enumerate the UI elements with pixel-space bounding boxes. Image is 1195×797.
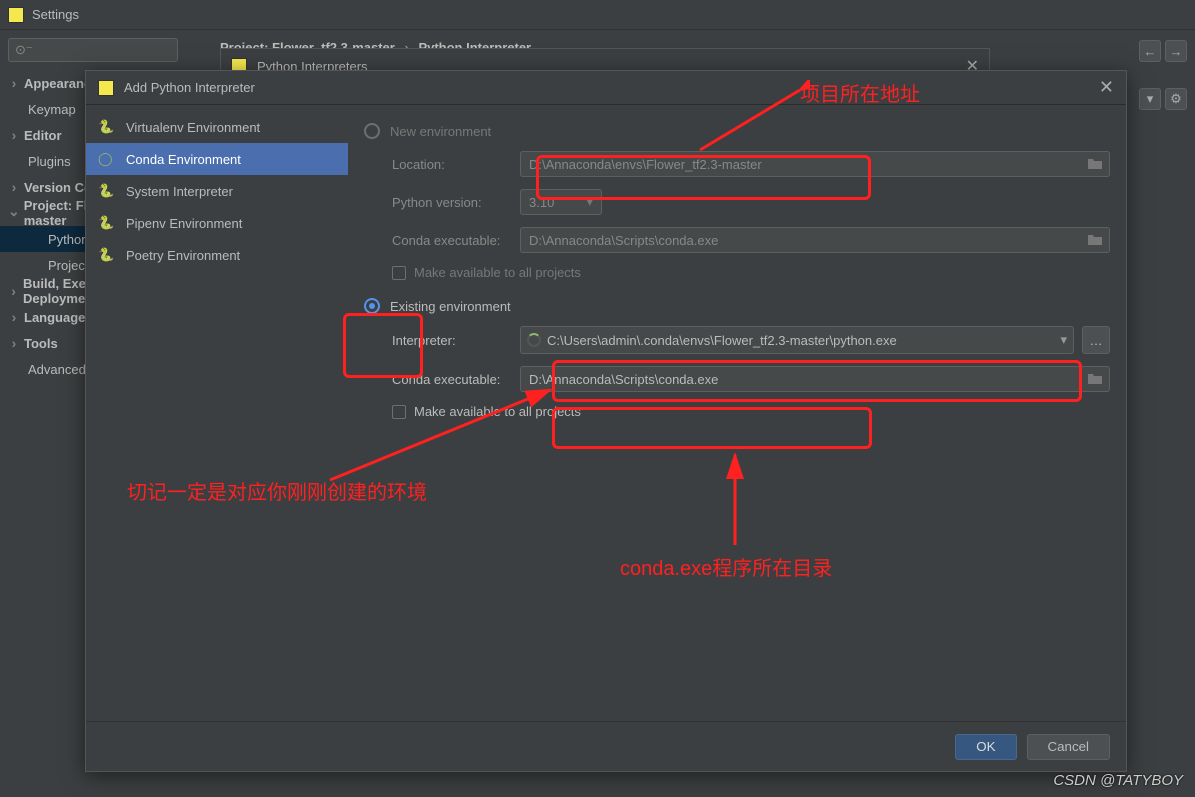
python-icon: 🐍: [98, 247, 118, 263]
python-icon: 🐍: [98, 119, 118, 135]
pyver-select[interactable]: 3.10: [520, 189, 602, 215]
location-input[interactable]: D:\Annaconda\envs\Flower_tf2.3-master: [520, 151, 1110, 177]
env-pipenv[interactable]: 🐍Pipenv Environment: [86, 207, 348, 239]
settings-titlebar: Settings: [0, 0, 1195, 30]
pyver-label: Python version:: [364, 195, 520, 210]
location-label: Location:: [364, 157, 520, 172]
browse-icon[interactable]: [1087, 158, 1103, 170]
python-icon: 🐍: [98, 215, 118, 231]
settings-search-input[interactable]: ⊙⁻: [8, 38, 178, 62]
cancel-button[interactable]: Cancel: [1027, 734, 1111, 760]
env-poetry[interactable]: 🐍Poetry Environment: [86, 239, 348, 271]
gear-icon[interactable]: ⚙: [1165, 88, 1187, 110]
dropdown-chevron[interactable]: ▾: [1139, 88, 1161, 110]
pycharm-icon: [8, 7, 24, 23]
close-icon[interactable]: ✕: [1099, 77, 1114, 98]
conda-exec-label-2: Conda executable:: [364, 372, 520, 387]
conda-exec-label: Conda executable:: [364, 233, 520, 248]
env-virtualenv[interactable]: 🐍Virtualenv Environment: [86, 111, 348, 143]
make-available-checkbox-2[interactable]: [392, 405, 406, 419]
make-available-label: Make available to all projects: [414, 265, 581, 280]
make-available-label-2: Make available to all projects: [414, 404, 581, 419]
python-icon: 🐍: [98, 183, 118, 199]
env-conda[interactable]: ◯Conda Environment: [86, 143, 348, 175]
interpreter-select[interactable]: C:\Users\admin\.conda\envs\Flower_tf2.3-…: [520, 326, 1074, 354]
env-type-list: 🐍Virtualenv Environment ◯Conda Environme…: [86, 105, 348, 721]
existing-label: Existing environment: [390, 299, 511, 314]
watermark: CSDN @TATYBOY: [1053, 772, 1183, 789]
radio-existing-env[interactable]: [364, 298, 380, 314]
conda-exec-input[interactable]: D:\Annaconda\Scripts\conda.exe: [520, 227, 1110, 253]
add-dialog-title: Add Python Interpreter: [124, 80, 255, 95]
add-interpreter-dialog: Add Python Interpreter ✕ 🐍Virtualenv Env…: [85, 70, 1127, 772]
browse-icon[interactable]: [1087, 234, 1103, 246]
loading-icon: [527, 333, 541, 347]
conda-icon: ◯: [98, 151, 118, 167]
forward-button[interactable]: →: [1165, 40, 1187, 62]
make-available-checkbox-1[interactable]: [392, 266, 406, 280]
browse-interpreter-button[interactable]: …: [1082, 326, 1110, 354]
search-icon: ⊙⁻: [15, 42, 33, 58]
conda-exec-input-2[interactable]: D:\Annaconda\Scripts\conda.exe: [520, 366, 1110, 392]
radio-new-env[interactable]: [364, 123, 380, 139]
env-system[interactable]: 🐍System Interpreter: [86, 175, 348, 207]
back-button[interactable]: ←: [1139, 40, 1161, 62]
new-env-label: New environment: [390, 124, 491, 139]
ok-button[interactable]: OK: [955, 734, 1016, 760]
browse-icon[interactable]: [1087, 373, 1103, 385]
pycharm-icon: [98, 80, 114, 96]
settings-title: Settings: [32, 7, 79, 22]
interpreter-label: Interpreter:: [364, 333, 520, 348]
